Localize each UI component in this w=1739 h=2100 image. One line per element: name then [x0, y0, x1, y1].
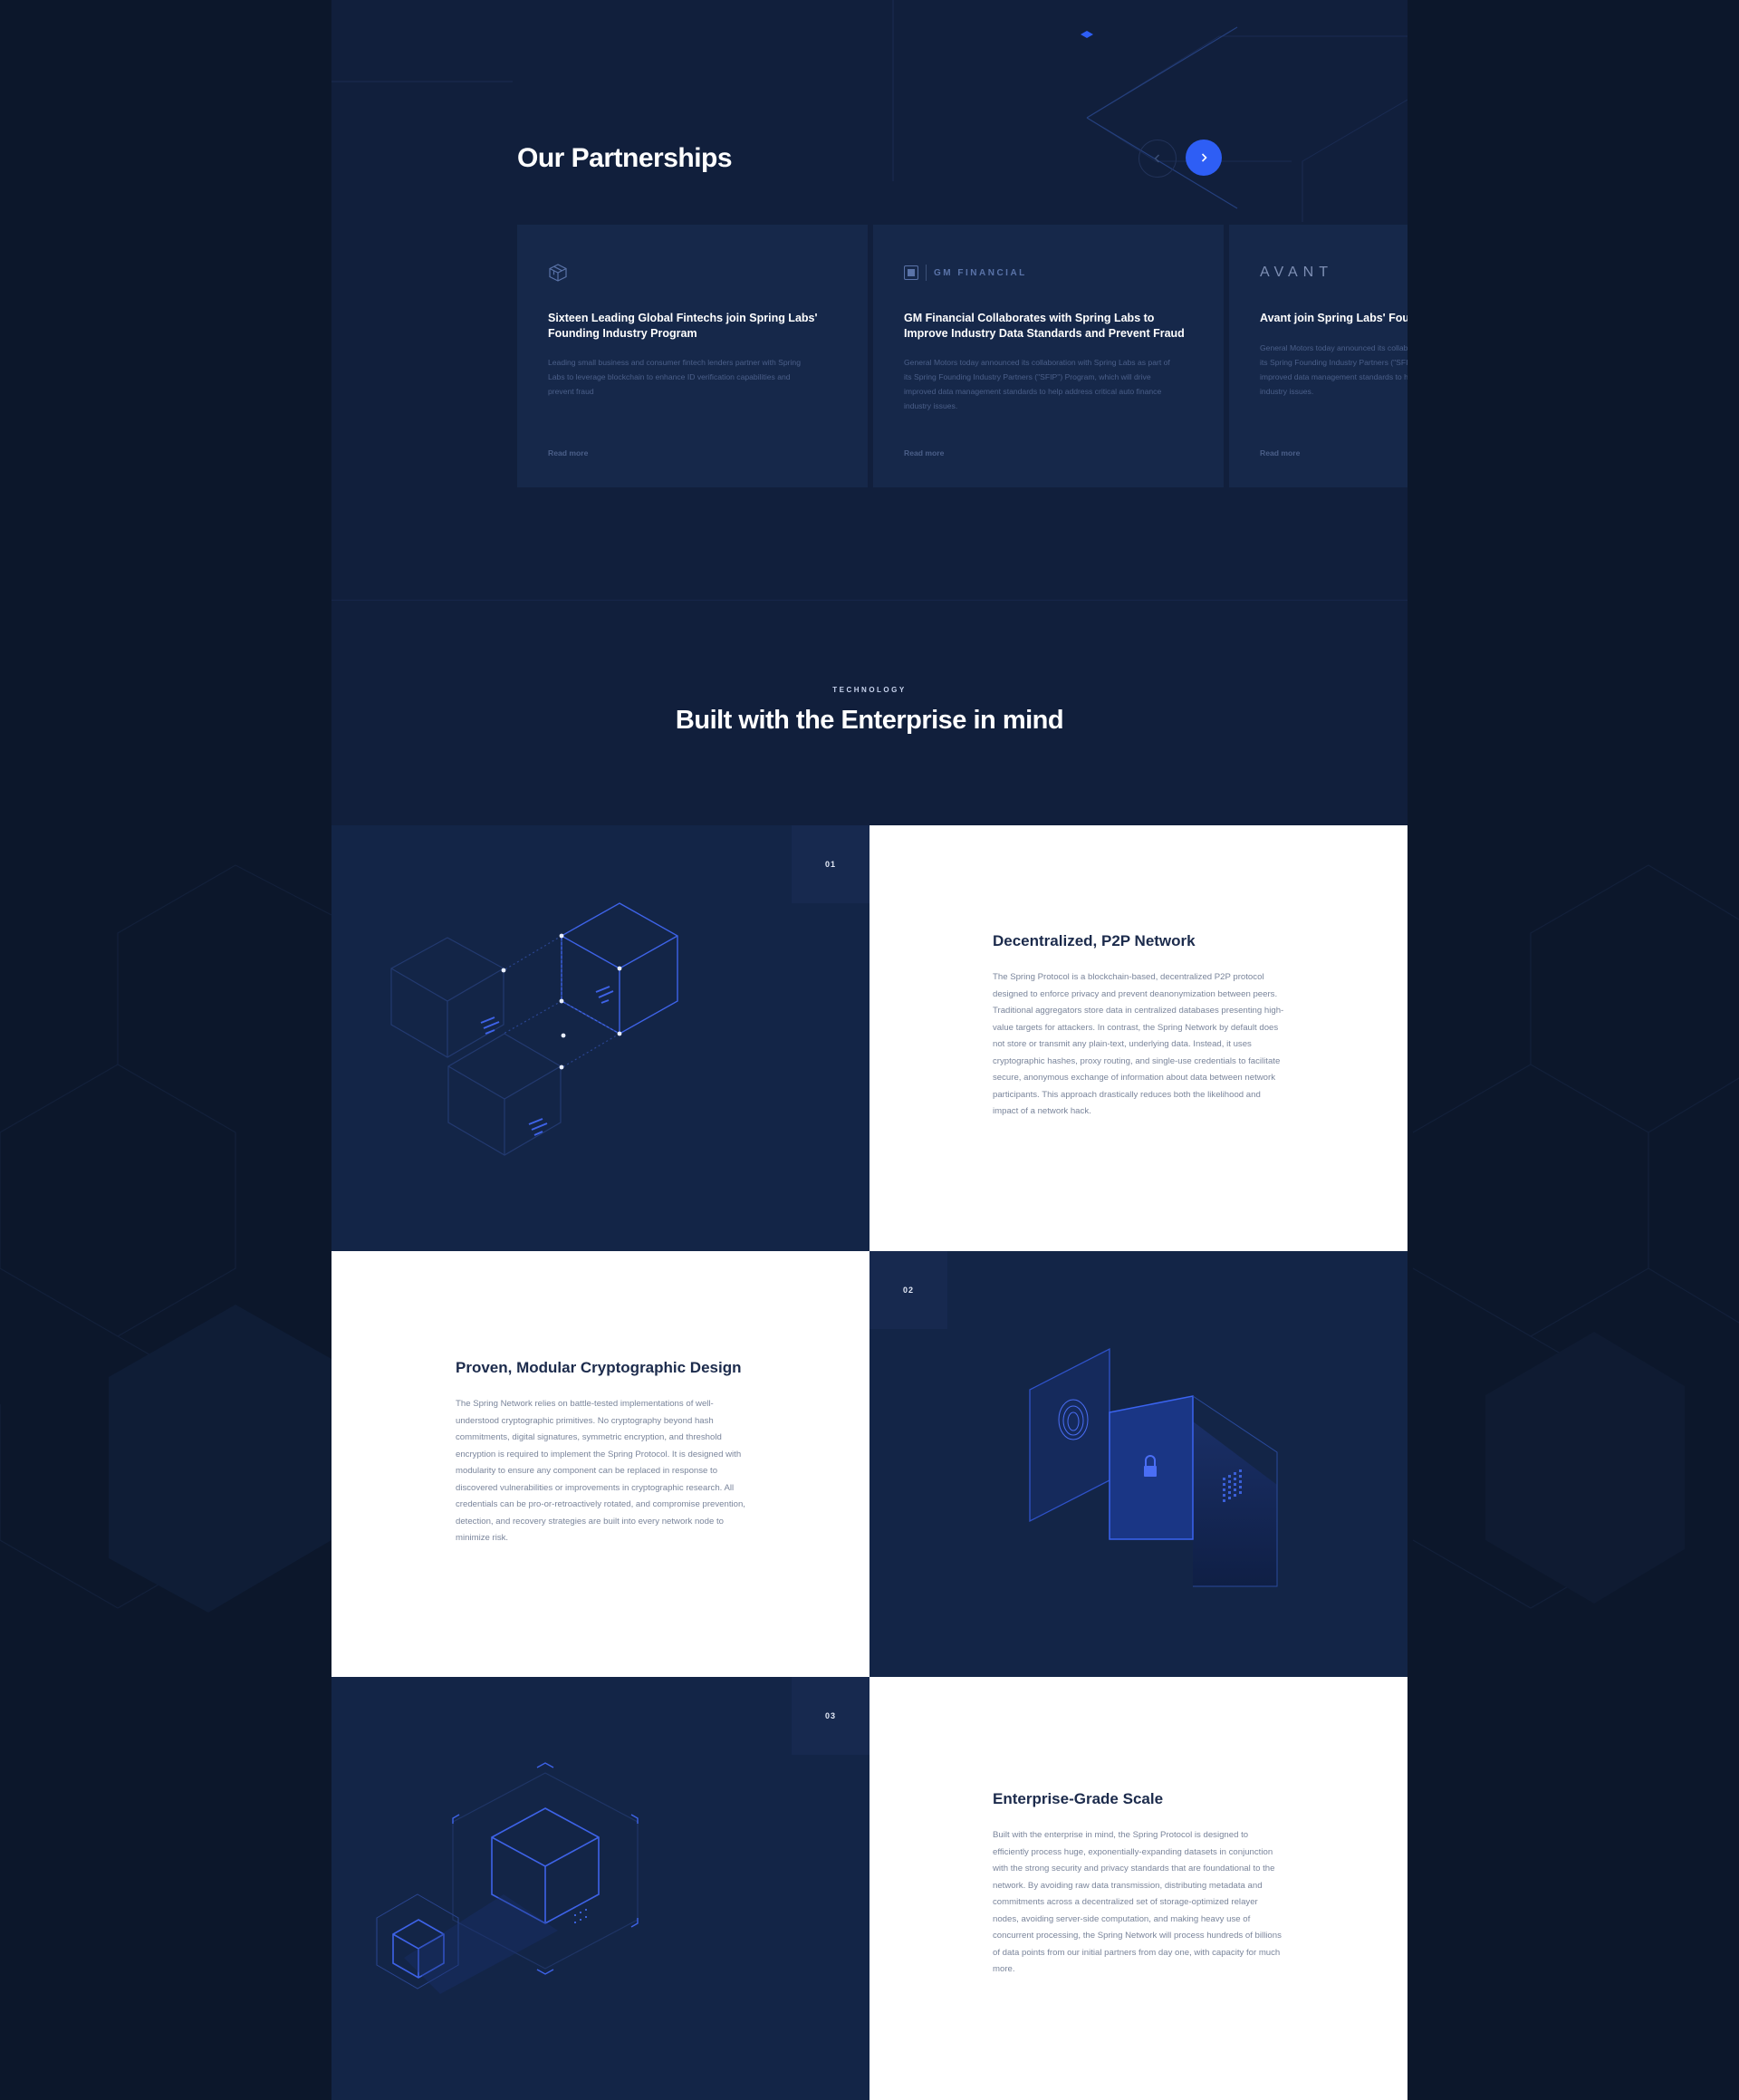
partnership-carousel: Sixteen Leading Global Fintechs join Spr…: [517, 225, 1408, 487]
card-description: Leading small business and consumer fint…: [548, 358, 801, 396]
gm-financial-logo-text: GM FINANCIAL: [934, 267, 1027, 278]
partnership-card[interactable]: GM FINANCIAL GM Financial Collaborates w…: [873, 225, 1224, 487]
technology-eyebrow: TECHNOLOGY: [832, 686, 907, 694]
feature-body: The Spring Protocol is a blockchain-base…: [993, 972, 1284, 1116]
security-panels-illustration: [1029, 1347, 1278, 1587]
chevron-left-icon: [1154, 154, 1160, 163]
read-more-link[interactable]: Read more: [548, 448, 588, 458]
partnership-card[interactable]: Sixteen Leading Global Fintechs join Spr…: [517, 225, 868, 487]
card-title: Avant join Spring Labs' Founding Industr…: [1260, 312, 1408, 324]
partner-logo: GM FINANCIAL: [904, 263, 1027, 283]
feature-number-badge: 01: [792, 825, 870, 903]
feature-illustration-panel: 03: [331, 1677, 870, 2100]
gm-logo-icon: [904, 265, 918, 280]
feature-body: Built with the enterprise in mind, the S…: [993, 1830, 1282, 1974]
card-title: GM Financial Collaborates with Spring La…: [904, 312, 1185, 340]
card-title: Sixteen Leading Global Fintechs join Spr…: [548, 312, 818, 340]
read-more-link[interactable]: Read more: [904, 448, 944, 458]
partner-logo: [548, 263, 568, 283]
partnerships-title: Our Partnerships: [517, 143, 733, 173]
content-frame: Our Partnerships Sixteen Leading Global …: [331, 0, 1408, 2100]
feature-text-panel: Decentralized, P2P Network The Spring Pr…: [870, 825, 1408, 1251]
feature-title: Proven, Modular Cryptographic Design: [456, 1359, 742, 1376]
technology-title: Built with the Enterprise in mind: [675, 706, 1064, 735]
avant-logo-text: AVANT: [1260, 265, 1333, 280]
scaling-cubes-illustration: [376, 1762, 639, 1994]
feature-illustration-panel: 02: [870, 1251, 1408, 1677]
spring-labs-cube-icon: [549, 264, 567, 282]
partnership-card[interactable]: AVANT Avant join Spring Labs' Founding I…: [1229, 225, 1408, 487]
feature-title: Decentralized, P2P Network: [993, 932, 1196, 949]
feature-body: The Spring Network relies on battle-test…: [456, 1399, 745, 1543]
network-cubes-illustration: [390, 902, 678, 1156]
feature-illustration-panel: 01: [331, 825, 870, 1251]
section-divider: [331, 600, 1408, 601]
feature-number-badge: 02: [870, 1251, 947, 1329]
partner-logo: AVANT: [1260, 263, 1333, 283]
carousel-next-button[interactable]: [1186, 140, 1222, 176]
chevron-right-icon: [1201, 153, 1207, 162]
read-more-link[interactable]: Read more: [1260, 448, 1300, 458]
card-description: General Motors today announced its colla…: [904, 358, 1170, 410]
feature-text-panel: Proven, Modular Cryptographic Design The…: [331, 1251, 870, 1677]
carousel-prev-button[interactable]: [1139, 140, 1177, 178]
feature-title: Enterprise-Grade Scale: [993, 1790, 1164, 1807]
card-description: General Motors today announced its colla…: [1260, 343, 1408, 396]
feature-number-badge: 03: [792, 1677, 870, 1755]
feature-text-panel: Enterprise-Grade Scale Built with the en…: [870, 1677, 1408, 2100]
